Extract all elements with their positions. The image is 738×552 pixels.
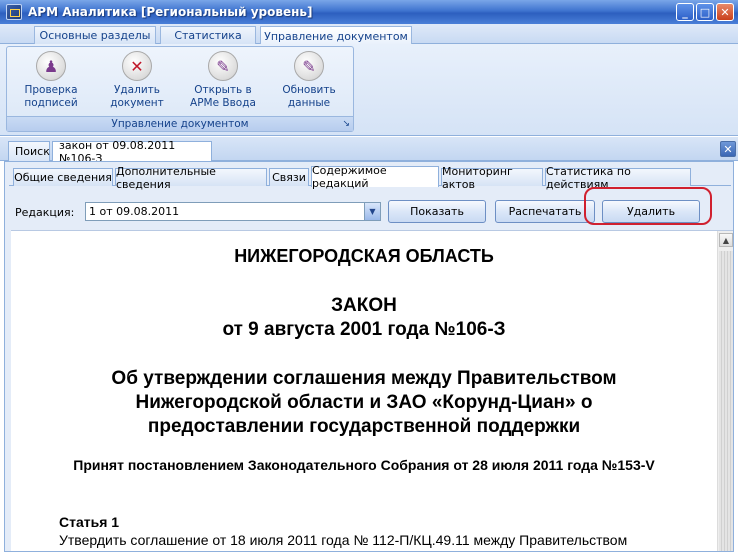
maximize-icon[interactable]: □	[696, 3, 714, 21]
app-icon	[6, 4, 22, 20]
scroll-thumb[interactable]	[719, 251, 733, 551]
tab-document-management[interactable]: Управление документом	[260, 26, 412, 45]
vertical-scrollbar[interactable]: ▲	[717, 231, 733, 551]
tab-search[interactable]: Поиск	[8, 141, 50, 161]
document-date-number: от 9 августа 2001 года №106-З	[222, 319, 506, 340]
tab-acts-monitoring[interactable]: Мониторинг актов	[441, 165, 543, 191]
pencil-icon: ✎	[294, 51, 324, 81]
tab-law-document[interactable]: закон от 09.08.2011 №106-З	[52, 139, 212, 165]
seal-icon: ♟	[36, 51, 66, 81]
open-in-input-label: Открыть в АРМе Ввода	[190, 84, 256, 109]
document-viewer: НИЖЕГОРОДСКАЯ ОБЛАСТЬ ЗАКОН от 9 августа…	[11, 230, 733, 551]
tab-statistics[interactable]: Статистика	[160, 26, 256, 44]
pencil-icon: ✎	[208, 51, 238, 81]
document-type: ЗАКОН	[331, 295, 397, 316]
document-title: Об утверждении соглашения между Правител…	[11, 367, 717, 439]
ribbon-panel: ♟ Проверка подписей ✕ Удалить документ ✎…	[0, 44, 738, 136]
document-adopted: Принят постановлением Законодательного С…	[73, 457, 655, 473]
tab-action-statistics[interactable]: Статистика по действиям	[545, 165, 691, 191]
document-region: НИЖЕГОРОДСКАЯ ОБЛАСТЬ	[234, 246, 494, 266]
ribbon-tab-bar: Основные разделы Статистика Управление д…	[0, 24, 738, 45]
window-controls: _ □ ✕	[676, 3, 734, 21]
refresh-data-label: Обновить данные	[282, 84, 336, 109]
chevron-down-icon[interactable]: ▼	[364, 203, 380, 220]
edition-select[interactable]: 1 от 09.08.2011 ▼	[85, 202, 381, 221]
inner-tab-bar: Общие сведения Дополнительные сведения С…	[9, 164, 731, 191]
open-in-input-button[interactable]: ✎ Открыть в АРМе Ввода	[183, 51, 263, 117]
ribbon-group-caption: Управление документом	[7, 116, 353, 131]
title-bar: АРМ Аналитика [Региональный уровень] _ □…	[0, 0, 738, 24]
window-title: АРМ Аналитика [Региональный уровень]	[28, 5, 313, 19]
edition-label: Редакция:	[15, 206, 75, 219]
show-button[interactable]: Показать	[388, 200, 486, 223]
close-document-icon[interactable]: ✕	[720, 141, 736, 157]
document-tab-bar: Поиск закон от 09.08.2011 №106-З ✕	[0, 137, 738, 165]
tab-additional-info[interactable]: Дополнительные сведения	[115, 165, 267, 191]
delete-icon: ✕	[122, 51, 152, 81]
refresh-data-button[interactable]: ✎ Обновить данные	[269, 51, 349, 117]
document-title-line: Нижегородской области и ЗАО «Корунд-Циан…	[135, 392, 593, 413]
article-heading: Статья 1	[59, 514, 120, 530]
tab-general-info[interactable]: Общие сведения	[13, 168, 113, 186]
scroll-up-icon[interactable]: ▲	[719, 233, 733, 247]
tab-edition-contents[interactable]: Содержимое редакций	[311, 164, 439, 190]
tab-links[interactable]: Связи	[269, 168, 309, 186]
dialog-launcher-icon[interactable]: ↘	[342, 119, 350, 129]
article-text: Утвердить соглашение от 18 июля 2011 год…	[59, 532, 628, 548]
delete-document-button[interactable]: ✕ Удалить документ	[97, 51, 177, 117]
print-button[interactable]: Распечатать	[495, 200, 595, 223]
tab-main-sections[interactable]: Основные разделы	[34, 26, 156, 44]
document-content-area: Общие сведения Дополнительные сведения С…	[4, 161, 734, 552]
verify-signatures-label: Проверка подписей	[24, 84, 78, 109]
document-title-line: предоставлении государственной поддержки	[147, 416, 581, 437]
highlight-annotation	[584, 187, 712, 225]
document-title-line: Об утверждении соглашения между Правител…	[111, 368, 617, 389]
delete-document-label: Удалить документ	[110, 84, 164, 109]
verify-signatures-button[interactable]: ♟ Проверка подписей	[11, 51, 91, 117]
minimize-icon[interactable]: _	[676, 3, 694, 21]
ribbon-group-document-management: ♟ Проверка подписей ✕ Удалить документ ✎…	[6, 46, 354, 132]
edition-select-value: 1 от 09.08.2011	[89, 205, 180, 218]
close-icon[interactable]: ✕	[716, 3, 734, 21]
